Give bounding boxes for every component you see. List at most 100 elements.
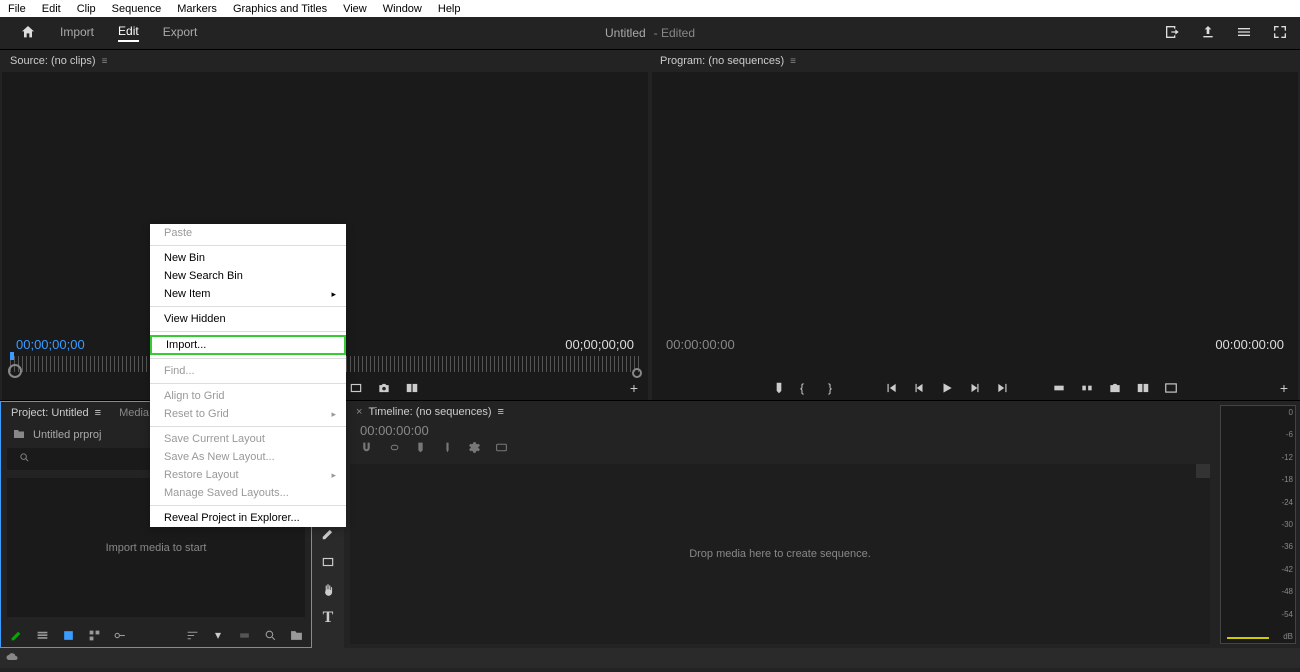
timeline-panel: × Timeline: (no sequences) ≡ 00:00:00:00… <box>346 401 1214 648</box>
list-view-icon[interactable] <box>35 628 49 642</box>
timeline-marker-icon[interactable] <box>441 441 454 457</box>
pen-tool-icon[interactable] <box>319 525 337 543</box>
go-to-in-icon[interactable] <box>884 381 898 395</box>
workspace-tab-export[interactable]: Export <box>163 25 198 41</box>
menu-graphics[interactable]: Graphics and Titles <box>233 3 327 15</box>
camera-icon[interactable] <box>377 381 391 395</box>
add-button-icon[interactable]: + <box>630 380 638 396</box>
fullscreen-icon[interactable] <box>1272 24 1288 43</box>
workspace-tab-edit[interactable]: Edit <box>118 24 139 42</box>
meter-tick: -30 <box>1281 520 1293 529</box>
workspace-tab-import[interactable]: Import <box>60 25 94 41</box>
timeline-tab[interactable]: Timeline: (no sequences) <box>368 406 491 418</box>
workspace-menu-icon[interactable] <box>1236 24 1252 43</box>
timeline-tools <box>346 438 1214 460</box>
audio-meters: 0 -6 -12 -18 -24 -30 -36 -42 -48 -54 dB <box>1216 401 1300 648</box>
project-placeholder: Import media to start <box>106 542 207 554</box>
meter-tick: -48 <box>1281 587 1293 596</box>
compare-icon[interactable] <box>405 381 419 395</box>
meter-tick: -36 <box>1281 542 1293 551</box>
step-forward-icon[interactable] <box>968 381 982 395</box>
go-to-out-icon[interactable] <box>996 381 1010 395</box>
source-timecode-left[interactable]: 00;00;00;00 <box>16 337 85 352</box>
menu-new-search-bin[interactable]: New Search Bin <box>150 267 346 285</box>
bin-icon <box>13 429 25 442</box>
meter-tick: -42 <box>1281 565 1293 574</box>
marker-icon[interactable] <box>772 381 786 395</box>
menu-new-item[interactable]: New Item▸ <box>150 285 346 303</box>
chevron-down-icon[interactable]: ▾ <box>211 628 225 642</box>
automate-icon[interactable] <box>237 628 251 642</box>
program-transport: { } + <box>650 376 1300 400</box>
cloud-sync-icon[interactable] <box>6 651 18 666</box>
find-icon[interactable] <box>263 628 277 642</box>
step-back-icon[interactable] <box>912 381 926 395</box>
lift-icon[interactable] <box>1052 381 1066 395</box>
zoom-slider-icon[interactable] <box>113 628 127 642</box>
linked-selection-icon[interactable] <box>387 441 400 457</box>
export-frame-icon[interactable] <box>349 381 363 395</box>
menu-view-hidden[interactable]: View Hidden <box>150 310 346 328</box>
menu-manage-layouts: Manage Saved Layouts... <box>150 484 346 502</box>
menu-sequence[interactable]: Sequence <box>112 3 162 15</box>
menu-edit[interactable]: Edit <box>42 3 61 15</box>
safe-margins-icon[interactable] <box>1164 381 1178 395</box>
freeform-view-icon[interactable] <box>87 628 101 642</box>
timeline-placeholder: Drop media here to create sequence. <box>689 548 871 560</box>
menu-align-grid: Align to Grid <box>150 387 346 405</box>
meter-tick: dB <box>1281 632 1293 641</box>
source-timecode-right: 00;00;00;00 <box>565 337 634 352</box>
panel-menu-icon[interactable]: ≡ <box>102 56 108 67</box>
meter-tick: -18 <box>1281 475 1293 484</box>
quick-export-icon[interactable] <box>1164 24 1180 43</box>
type-tool-icon[interactable]: T <box>319 609 337 627</box>
menu-find: Find... <box>150 362 346 380</box>
snap-icon[interactable] <box>360 441 373 457</box>
menu-save-as-layout: Save As New Layout... <box>150 448 346 466</box>
home-icon[interactable] <box>20 24 36 43</box>
icon-view-icon[interactable] <box>61 628 75 642</box>
captions-icon[interactable] <box>495 441 508 457</box>
hand-tool-icon[interactable] <box>319 581 337 599</box>
play-icon[interactable] <box>940 381 954 395</box>
settings-icon[interactable] <box>468 441 481 457</box>
marker-add-icon[interactable] <box>414 441 427 457</box>
menu-import[interactable]: Import... <box>150 335 346 355</box>
statusbar <box>0 648 1300 668</box>
project-status: - Edited <box>654 26 695 40</box>
camera-icon[interactable] <box>1108 381 1122 395</box>
in-point-icon[interactable]: { <box>800 381 814 395</box>
menu-save-layout: Save Current Layout <box>150 430 346 448</box>
timeline-timecode[interactable]: 00:00:00:00 <box>346 423 1214 438</box>
menu-new-bin[interactable]: New Bin <box>150 249 346 267</box>
pencil-icon[interactable] <box>9 628 23 642</box>
timeline-drop-area[interactable]: Drop media here to create sequence. <box>350 464 1210 644</box>
new-bin-icon[interactable] <box>289 628 303 642</box>
scroll-corner[interactable] <box>1196 464 1210 478</box>
program-timecode-left[interactable]: 00:00:00:00 <box>666 337 735 352</box>
menu-reveal-project[interactable]: Reveal Project in Explorer... <box>150 509 346 527</box>
project-tab[interactable]: Project: Untitled≡ <box>11 407 101 419</box>
out-point-icon[interactable]: } <box>828 381 842 395</box>
menu-clip[interactable]: Clip <box>77 3 96 15</box>
meter-tick: -24 <box>1281 498 1293 507</box>
panel-menu-icon[interactable]: ≡ <box>498 406 504 418</box>
compare-icon[interactable] <box>1136 381 1150 395</box>
rectangle-tool-icon[interactable] <box>319 553 337 571</box>
context-menu: Paste New Bin New Search Bin New Item▸ V… <box>150 224 346 527</box>
source-panel-title: Source: (no clips) <box>10 55 96 67</box>
extract-icon[interactable] <box>1080 381 1094 395</box>
sort-icon[interactable] <box>185 628 199 642</box>
menu-window[interactable]: Window <box>383 3 422 15</box>
panel-menu-icon[interactable]: ≡ <box>790 56 796 67</box>
menu-help[interactable]: Help <box>438 3 461 15</box>
menubar: File Edit Clip Sequence Markers Graphics… <box>0 0 1300 17</box>
menu-view[interactable]: View <box>343 3 367 15</box>
project-title: Untitled <box>605 26 646 40</box>
share-icon[interactable] <box>1200 24 1216 43</box>
meter-tick: -54 <box>1281 610 1293 619</box>
menu-reset-grid: Reset to Grid▸ <box>150 405 346 423</box>
add-button-icon[interactable]: + <box>1280 380 1288 396</box>
menu-file[interactable]: File <box>8 3 26 15</box>
menu-markers[interactable]: Markers <box>177 3 217 15</box>
